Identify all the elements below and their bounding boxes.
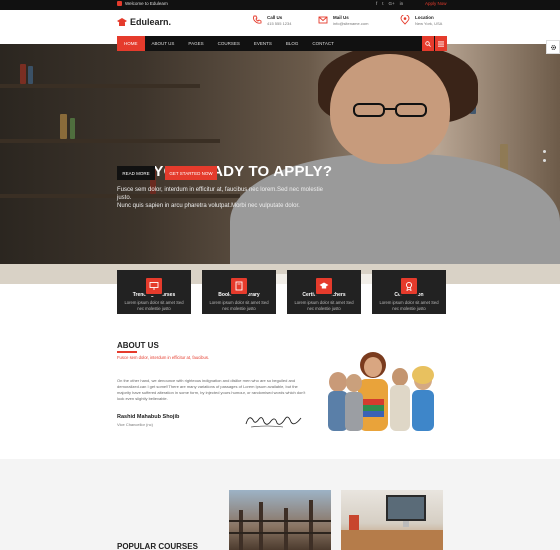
book [20, 64, 26, 84]
author-name: Rashid Mahabub Shojib [117, 414, 180, 420]
slider-dot[interactable] [543, 159, 546, 162]
feature-desc-line-2: nec molestie justo [137, 306, 171, 311]
factory-illustration [229, 500, 331, 550]
welcome-text: Welcome to Edulearn [125, 1, 168, 6]
hero-subtitle-line-2: Nunc quis sapien in arcu pharetra volutp… [117, 203, 300, 209]
glasses-illustration [353, 103, 427, 117]
main-nav: HOME ABOUT US PAGES COURSES EVENTS BLOG … [117, 36, 447, 51]
feature-card-trending-courses[interactable]: Trending Courses Lorem ipsum dolor sit a… [117, 270, 191, 314]
graduation-cap-icon [314, 276, 334, 296]
feature-cards: Trending Courses Lorem ipsum dolor sit a… [117, 270, 446, 314]
menu-button[interactable] [435, 36, 447, 51]
location-pin-icon [400, 15, 410, 25]
feature-card-certification[interactable]: Certification Lorem ipsum dolor sit amet… [372, 270, 446, 314]
search-button[interactable] [422, 36, 434, 51]
presentation-icon [144, 276, 164, 296]
shelf [0, 139, 220, 143]
location-value: New York, USA [415, 21, 443, 26]
google-plus-icon[interactable]: G+ [389, 1, 395, 6]
phone-icon [253, 15, 262, 24]
popular-courses-title: POPULAR COURSES [117, 542, 198, 550]
call-value: 415 555 1234 [267, 21, 292, 26]
feature-card-books-library[interactable]: Books & Liberary Lorem ipsum dolor sit a… [202, 270, 276, 314]
feature-desc-line-2: nec molestie justo [307, 306, 341, 311]
students-photo [318, 347, 443, 431]
workspace-illustration [341, 495, 443, 550]
about-subtitle: Fusce sem dolor, interdum in efficitur a… [117, 355, 210, 360]
mail-value: info@sitename.com [333, 21, 369, 26]
slider-dot[interactable] [543, 150, 546, 153]
facebook-icon[interactable]: f [376, 1, 377, 6]
site-header: Edulearn. Call Us 415 555 1234 Mail Us i… [0, 10, 560, 35]
settings-button[interactable] [546, 40, 560, 54]
hamburger-icon [438, 41, 444, 47]
social-links: f t G+ in [376, 1, 403, 6]
top-bar: Welcome to Edulearn f t G+ in Apply Now [0, 0, 560, 10]
search-icon [425, 40, 431, 47]
signature [245, 416, 302, 428]
header-mail: Mail Us info@sitename.com [318, 15, 368, 27]
course-image-industrial[interactable] [229, 490, 331, 550]
welcome-icon [117, 1, 122, 6]
logo-text: Edulearn. [130, 17, 172, 27]
book [70, 118, 75, 139]
linkedin-icon[interactable]: in [400, 1, 404, 6]
nav-blog[interactable]: BLOG [279, 36, 306, 51]
slider-dots [543, 150, 546, 162]
feature-desc: Lorem ipsum dolor sit amet Sed nec moles… [202, 300, 276, 312]
feature-desc-line-2: nec molestie justo [392, 306, 426, 311]
certificate-icon [399, 276, 419, 296]
feature-desc-line-2: nec molestie justo [222, 306, 256, 311]
nav-about-us[interactable]: ABOUT US [145, 36, 182, 51]
read-more-button[interactable]: READ MORE [117, 166, 155, 180]
hero-banner: ARE YOU READY TO APPLY? Fusce sem dolor,… [0, 44, 560, 284]
apply-now-link[interactable]: Apply Now [425, 1, 447, 6]
header-call: Call Us 415 555 1234 [252, 15, 291, 27]
feature-desc: Lorem ipsum dolor sit amet Sed nec moles… [287, 300, 361, 312]
about-title: ABOUT US [117, 341, 159, 350]
book [28, 66, 33, 84]
nav-pages[interactable]: PAGES [181, 36, 210, 51]
get-started-button[interactable]: GET STARTED NOW [165, 166, 217, 180]
hero-subtitle-line-1: Fusce sem dolor, interdum in efficitur a… [117, 187, 323, 201]
shelf [0, 84, 200, 88]
mail-icon [318, 16, 328, 24]
feature-desc: Lorem ipsum dolor sit amet Sed nec moles… [372, 300, 446, 312]
course-image-workspace[interactable] [341, 490, 443, 550]
twitter-icon[interactable]: t [382, 1, 383, 6]
graduation-cap-icon [117, 17, 127, 26]
welcome-message: Welcome to Edulearn [117, 1, 168, 6]
about-text: On the other hand, we denounce with righ… [117, 378, 306, 401]
logo[interactable]: Edulearn. [117, 17, 171, 27]
hero-subtitle: Fusce sem dolor, interdum in efficitur a… [117, 186, 337, 210]
nav-courses[interactable]: COURSES [211, 36, 247, 51]
feature-card-certified-teachers[interactable]: Certified Teachers Lorem ipsum dolor sit… [287, 270, 361, 314]
gear-icon [550, 44, 556, 50]
nav-events[interactable]: EVENTS [247, 36, 279, 51]
book-icon [229, 276, 249, 296]
book [60, 114, 67, 139]
nav-contact[interactable]: CONTACT [305, 36, 340, 51]
feature-desc: Lorem ipsum dolor sit amet Sed nec moles… [117, 300, 191, 312]
author-role: Vice Chancellor (nc) [117, 422, 153, 427]
header-location: Location New York, USA [400, 15, 442, 27]
about-title-underline [117, 351, 137, 353]
nav-home[interactable]: HOME [117, 36, 145, 51]
